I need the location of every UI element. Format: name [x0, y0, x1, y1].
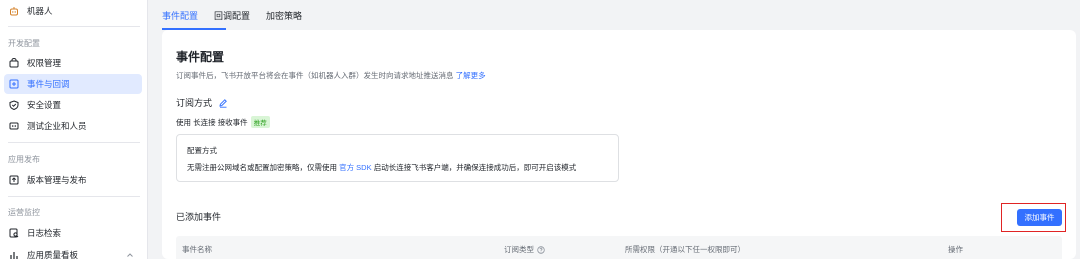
version-icon [8, 174, 20, 186]
use-suffix: 接收事件 [217, 117, 248, 127]
added-events-title: 已添加事件 [176, 212, 222, 222]
sidebar-item-events[interactable]: 事件与回调 [4, 74, 142, 94]
sidebar-item-label: 安全设置 [27, 100, 62, 110]
tab-event-config[interactable]: 事件配置 [162, 9, 198, 22]
sidebar-item-label: 机器人 [27, 6, 53, 16]
method-desc-before: 无需注册公网域名或配置加密策略，仅需使用 [187, 163, 337, 172]
sidebar-item-label: 日志检索 [27, 228, 62, 238]
help-icon[interactable] [537, 245, 545, 254]
sidebar-item-version[interactable]: 版本管理与发布 [4, 170, 142, 190]
divider [8, 196, 140, 197]
edit-icon[interactable] [218, 98, 228, 108]
column-header-subscription-type: 订阅类型 [504, 244, 545, 255]
config-method-description: 无需注册公网域名或配置加密策略，仅需使用 官方 SDK 启动长连接飞书客户端，并… [187, 162, 576, 173]
sidebar-item-security[interactable]: 安全设置 [4, 95, 142, 115]
section-title-release: 应用发布 [8, 155, 40, 164]
sidebar-item-quality-board[interactable]: 应用质量看板 [4, 245, 142, 259]
sidebar-item-label: 版本管理与发布 [27, 175, 87, 185]
sidebar-item-test-org[interactable]: 测试企业和人员 [4, 116, 142, 136]
subscription-section-title: 订阅方式 [176, 96, 228, 109]
robot-icon [8, 5, 20, 17]
use-mode: 长连接 [193, 117, 216, 127]
sidebar-item-label: 事件与回调 [27, 79, 70, 89]
events-table-header: 事件名称 订阅类型 所需权限（开通以下任一权限即可） 操作 [176, 236, 1062, 259]
event-config-card: 事件配置 订阅事件后，飞书开放平台将会在事件（如机器人入群）发生时向请求地址推送… [162, 30, 1076, 259]
use-prefix: 使用 [176, 117, 191, 127]
column-header-required-permissions: 所需权限（开通以下任一权限即可） [625, 245, 745, 254]
description-text: 订阅事件后，飞书开放平台将会在事件（如机器人入群）发生时向请求地址推送消息 [176, 71, 454, 80]
column-header-label: 订阅类型 [504, 245, 534, 254]
sidebar-item-label: 权限管理 [27, 58, 62, 68]
learn-more-link[interactable]: 了解更多 [456, 71, 486, 80]
tab-encryption-policy[interactable]: 加密策略 [266, 9, 302, 22]
page-title: 事件配置 [176, 50, 225, 64]
sidebar: 机器人 开发配置 权限管理 事件与回调 安全设置 测试企业和人员 应用发布 版本… [0, 0, 148, 259]
event-icon [8, 78, 20, 90]
log-icon [8, 227, 20, 239]
subscription-title: 订阅方式 [176, 98, 213, 108]
permission-icon [8, 57, 20, 69]
subscription-mode-line: 使用 长连接 接收事件 推荐 [176, 116, 270, 128]
sidebar-item-robot[interactable]: 机器人 [4, 1, 142, 21]
method-desc-after: 启动长连接飞书客户端，并确保连接成功后，即可开启该模式 [373, 163, 577, 172]
sidebar-item-logs[interactable]: 日志检索 [4, 223, 142, 243]
page-description: 订阅事件后，飞书开放平台将会在事件（如机器人入群）发生时向请求地址推送消息 了解… [176, 70, 486, 81]
divider [8, 26, 140, 27]
config-method-box: 配置方式 无需注册公网域名或配置加密策略，仅需使用 官方 SDK 启动长连接飞书… [176, 134, 619, 182]
tab-callback-config[interactable]: 回调配置 [214, 9, 250, 22]
section-title-monitoring: 运营监控 [8, 208, 40, 217]
shield-icon [8, 99, 20, 111]
chart-icon [8, 249, 20, 259]
official-sdk-link[interactable]: 官方 SDK [339, 163, 372, 172]
add-event-button[interactable]: 添加事件 [1017, 209, 1062, 226]
recommend-badge: 推荐 [250, 116, 270, 128]
column-header-actions: 操作 [948, 245, 963, 254]
sidebar-item-label: 应用质量看板 [27, 250, 79, 259]
config-method-title: 配置方式 [187, 146, 217, 155]
divider [8, 142, 140, 143]
chevron-up-icon[interactable] [126, 251, 134, 259]
sidebar-item-label: 测试企业和人员 [27, 121, 87, 131]
test-icon [8, 120, 20, 132]
sidebar-item-permission[interactable]: 权限管理 [4, 53, 142, 73]
section-title-dev-config: 开发配置 [8, 39, 40, 48]
column-header-event-name: 事件名称 [182, 245, 212, 254]
